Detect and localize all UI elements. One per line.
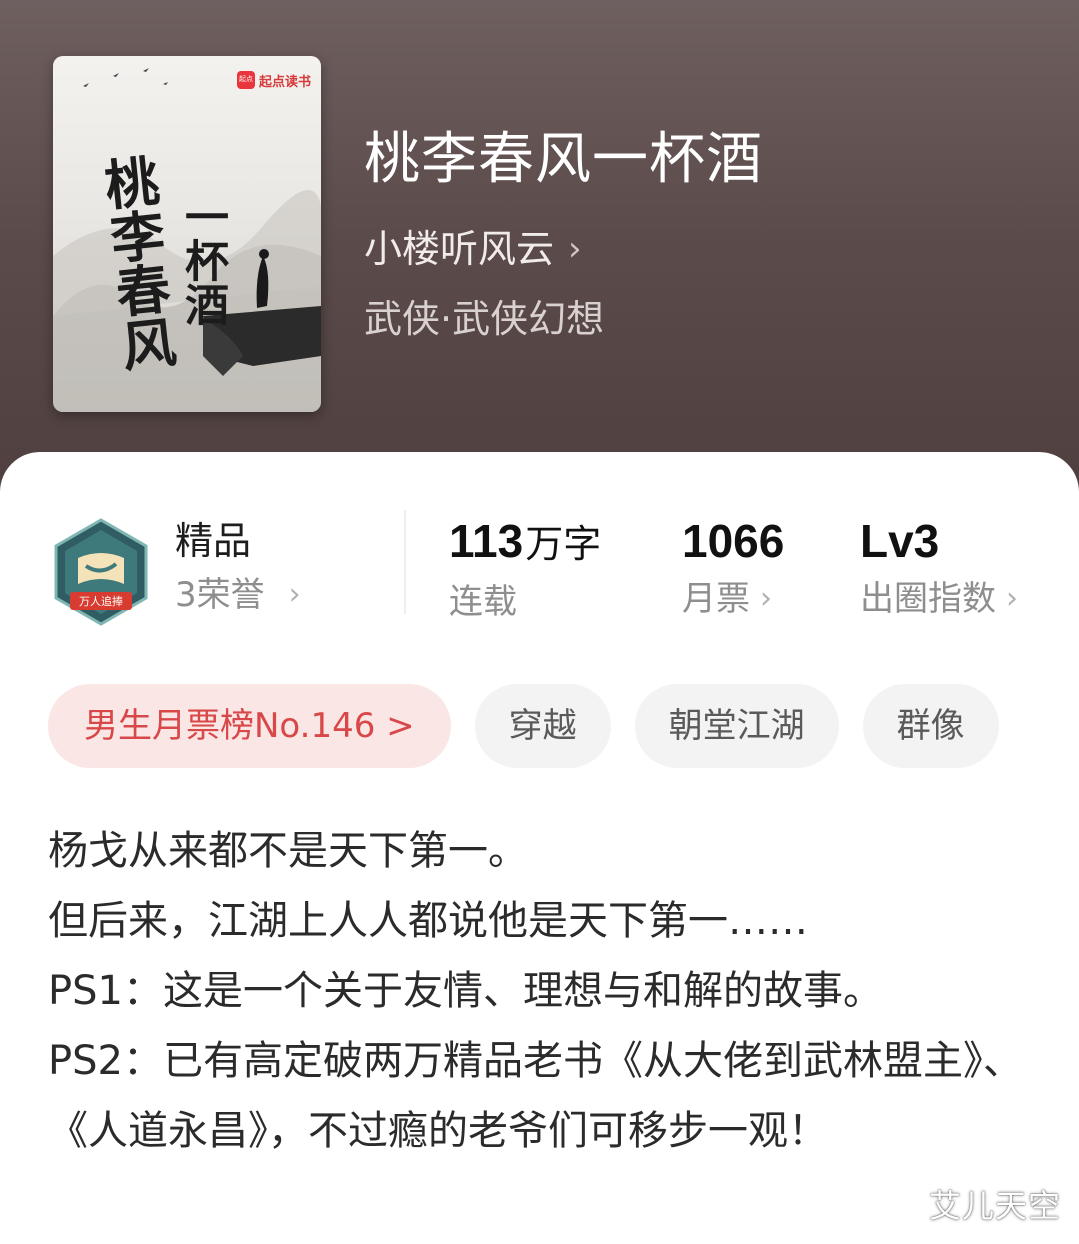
badge-ribbon: 万人追捧 <box>79 594 123 608</box>
chevron-right-icon: › <box>288 577 301 612</box>
grade-label: 精品 <box>175 519 252 563</box>
book-detail-page: 起点 起点读书 桃李春风 一杯酒 桃李春风一杯酒 小楼听风云 › 武侠·武侠幻想… <box>0 0 1079 1244</box>
cover-title-line2: 一杯酒 <box>177 194 228 326</box>
divider <box>404 510 406 614</box>
words-label: 连载 <box>449 582 517 622</box>
info-panel: 万人追捧 精品 3荣誉 › 113 万字 连载 1066 月票 › Lv3 出圈… <box>0 452 1079 1244</box>
stat-words: 113 万字 连载 <box>449 514 601 623</box>
tag-ensemble[interactable]: 群像 <box>862 684 999 768</box>
chevron-right-icon: › <box>1006 581 1018 616</box>
tag-court-jianghu[interactable]: 朝堂江湖 <box>634 684 839 768</box>
words-value: 113 <box>449 515 524 567</box>
description-line: PS1：这是一个关于友情、理想与和解的故事。 <box>48 968 883 1014</box>
book-title: 桃李春风一杯酒 <box>364 127 763 192</box>
description-line: 杨戈从来都不是天下第一。 <box>48 828 528 874</box>
stat-influence-level[interactable]: Lv3 出圈指数 › <box>860 514 1018 620</box>
level-value: Lv3 <box>860 515 940 567</box>
cover-brand: 起点 起点读书 <box>236 68 311 92</box>
book-header: 起点 起点读书 桃李春风 一杯酒 桃李春风一杯酒 小楼听风云 › 武侠·武侠幻想 <box>0 0 1079 520</box>
qidian-logo-icon: 起点 <box>236 71 255 89</box>
tag-time-travel[interactable]: 穿越 <box>474 684 611 768</box>
words-unit: 万字 <box>525 522 602 566</box>
premium-badge-icon[interactable]: 万人追捧 <box>52 518 150 628</box>
tag-list: 男生月票榜No.146 > 穿越 朝堂江湖 群像 <box>48 684 999 768</box>
honor-count: 3荣誉 <box>175 575 265 615</box>
book-cover[interactable]: 起点 起点读书 桃李春风 一杯酒 <box>53 56 321 412</box>
honor-link[interactable]: 3荣誉 › <box>175 574 301 616</box>
cover-brand-text: 起点读书 <box>258 74 311 90</box>
description-line: PS2：已有高定破两万精品老书《从大佬到武林盟主》、《人道永昌》，不过瘾的老爷们… <box>48 1038 1023 1154</box>
tickets-label: 月票 <box>682 579 750 619</box>
watermark: 艾儿天空 <box>928 1187 1061 1225</box>
author-name: 小楼听风云 <box>364 227 555 271</box>
author-link[interactable]: 小楼听风云 › <box>364 226 582 272</box>
stat-monthly-tickets[interactable]: 1066 月票 › <box>682 514 784 620</box>
chevron-right-icon: › <box>568 229 582 269</box>
monthly-ticket-rank-tag[interactable]: 男生月票榜No.146 > <box>48 684 451 768</box>
book-description[interactable]: 杨戈从来都不是天下第一。 但后来，江湖上人人都说他是天下第一…… PS1：这是一… <box>48 816 1048 1166</box>
book-genre: 武侠·武侠幻想 <box>364 297 605 341</box>
tickets-value: 1066 <box>682 515 785 567</box>
level-label: 出圈指数 <box>860 579 996 619</box>
chevron-right-icon: › <box>760 581 772 616</box>
description-line: 但后来，江湖上人人都说他是天下第一…… <box>48 898 808 944</box>
